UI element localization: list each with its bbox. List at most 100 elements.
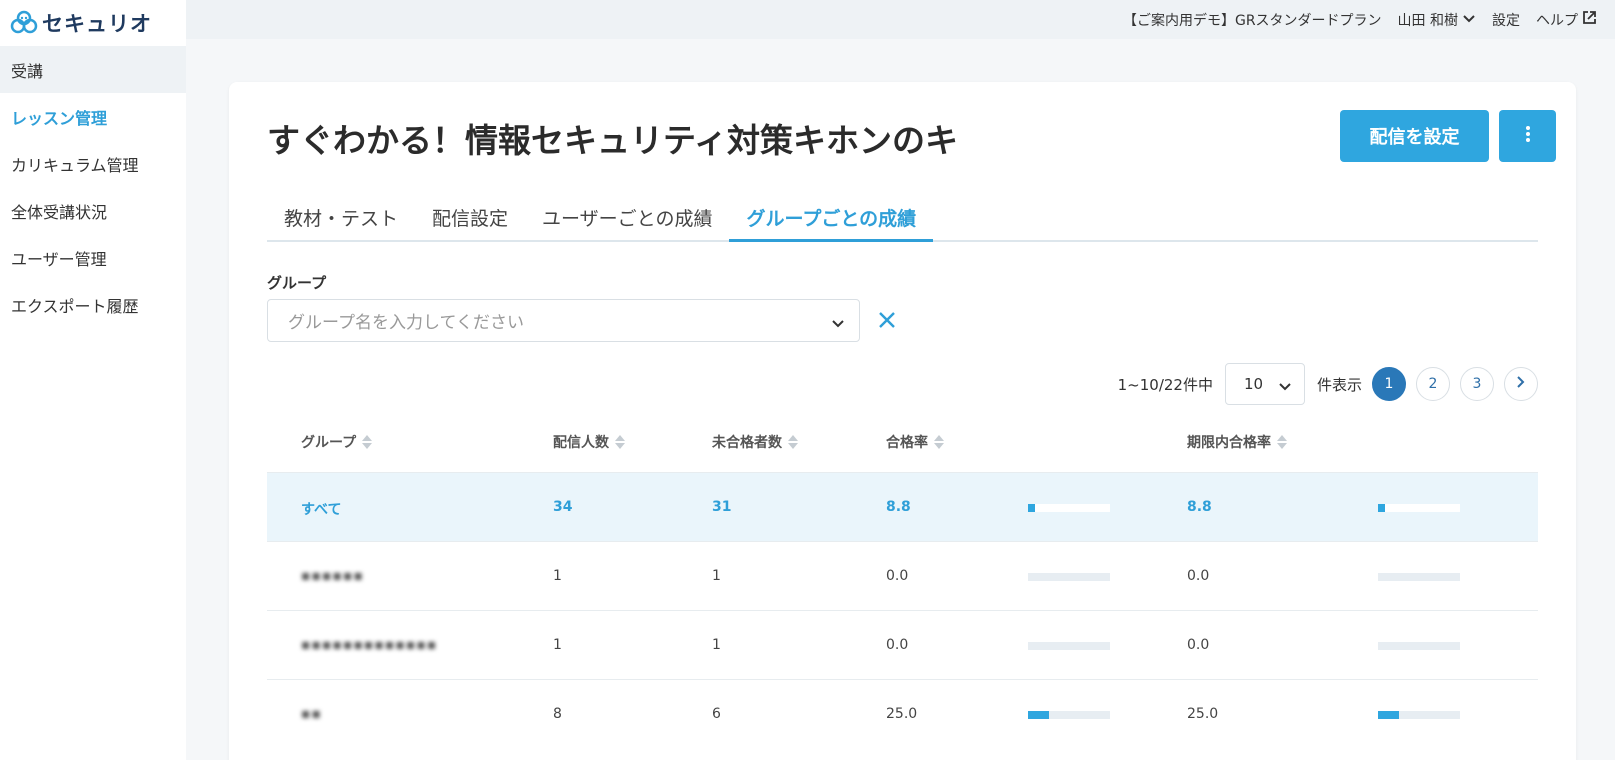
column-header-label: 未合格者数 [712,435,782,451]
in-time-pass-rate-bar-fill [1378,504,1386,512]
sort-icon [1277,435,1287,449]
column-header-in-time-pass-rate[interactable]: 期限内合格率 [1187,432,1287,452]
logo-text: セキュリオ [42,12,152,36]
pass-rate-bar [1028,504,1110,512]
sort-icon [362,435,373,449]
not-passed-cell: 1 [712,637,721,653]
table-row[interactable]: すべて 34 31 8.8 8.8 [267,472,1538,541]
in-time-pass-rate-cell: 8.8 [1187,499,1212,515]
column-header-label: 配信人数 [553,435,609,451]
configure-distribution-button[interactable]: 配信を設定 [1340,110,1489,162]
clear-filter-button[interactable] [875,308,899,332]
not-passed-cell: 6 [712,706,721,722]
tab-bar: 教材・テスト 配信設定 ユーザーごとの成績 グループごとの成績 [267,198,1538,242]
close-icon [875,312,899,336]
table-row[interactable]: ▪▪▪▪▪▪▪▪▪▪▪▪▪ 1 1 0.0 0.0 [267,610,1538,679]
group-select-placeholder: グループ名を入力してください [288,313,524,333]
in-time-pass-rate-bar [1378,711,1460,719]
table-row[interactable]: ▪▪ 8 6 25.0 25.0 [267,679,1538,748]
sidebar-item-label: 受講 [11,61,44,81]
more-vertical-icon [1525,125,1531,147]
chevron-down-icon [1278,378,1292,396]
in-time-pass-rate-cell: 0.0 [1187,637,1210,653]
pass-rate-bar-fill [1028,504,1036,512]
content-card: すぐわかる！情報セキュリティ対策キホンのキ 配信を設定 教材・テスト 配信設定 … [229,82,1576,760]
sidebar-item-curriculum-management[interactable]: カリキュラム管理 [0,140,186,187]
recipients-cell: 8 [553,706,562,722]
table-row[interactable]: ▪▪▪▪▪▪ 1 1 0.0 0.0 [267,541,1538,610]
sidebar-item-lesson-management[interactable]: レッスン管理 [0,93,186,140]
chevron-down-icon [1462,12,1476,28]
column-header-label: 合格率 [886,435,928,451]
column-header-pass-rate[interactable]: 合格率 [886,432,944,452]
table-header: グループ 配信人数 未合格者数 合格率 期限内合格率 [267,412,1538,472]
chevron-down-icon [831,314,845,334]
sidebar: セキュリオ 受講 レッスン管理 カリキュラム管理 全体受講状況 ユーザー管理 エ… [0,0,186,760]
page-button-2[interactable]: 2 [1416,367,1450,401]
next-page-button[interactable] [1504,367,1538,401]
help-link[interactable]: ヘルプ [1536,10,1597,30]
result-range: 1~10/22件中 [1117,375,1213,394]
recipients-cell: 1 [553,637,562,653]
in-time-pass-rate-bar [1378,504,1460,512]
sort-icon [934,435,944,449]
column-header-group[interactable]: グループ [301,432,373,452]
plan-label: 【ご案内用デモ】GRスタンダードプラン [1123,10,1382,30]
group-name-link[interactable]: すべて [301,499,341,519]
tab-user-results[interactable]: ユーザーごとの成績 [525,198,729,242]
page-button-1[interactable]: 1 [1372,367,1406,401]
settings-label: 設定 [1492,12,1520,29]
recipients-cell: 1 [553,568,562,584]
tab-materials-tests[interactable]: 教材・テスト [267,198,415,242]
plan-text: 【ご案内用デモ】GRスタンダードプラン [1122,12,1382,29]
sidebar-item-label: ユーザー管理 [11,249,107,269]
recipients-cell: 34 [553,499,573,515]
topbar: 【ご案内用デモ】GRスタンダードプラン 山田 和樹 設定 ヘルプ [186,0,1615,39]
column-header-recipients[interactable]: 配信人数 [553,432,625,452]
per-page-value: 10 [1243,375,1264,393]
page-title: すぐわかる！情報セキュリティ対策キホンのキ [267,121,959,160]
sidebar-item-export-history[interactable]: エクスポート履歴 [0,281,186,328]
user-menu[interactable]: 山田 和樹 [1398,10,1476,30]
settings-link[interactable]: 設定 [1492,10,1520,30]
sidebar-item-label: 全体受講状況 [11,202,108,222]
pass-rate-bar [1028,642,1110,650]
external-link-icon [1582,10,1597,29]
sidebar-item-learning[interactable]: 受講 [0,46,186,93]
pass-rate-cell: 0.0 [886,637,909,653]
sidebar-item-label: エクスポート履歴 [11,296,139,316]
sidebar-item-label: レッスン管理 [11,108,108,128]
in-time-pass-rate-bar [1378,642,1460,650]
sidebar-item-label: カリキュラム管理 [11,155,139,175]
logo-icon [10,10,38,36]
per-page-suffix: 件表示 [1316,375,1362,394]
sidebar-item-overall-status[interactable]: 全体受講状況 [0,187,186,234]
tab-distribution-settings[interactable]: 配信設定 [415,198,525,242]
pass-rate-bar-fill [1028,711,1049,719]
pagination: 1~10/22件中 10 件表示 1 2 3 [1118,363,1538,405]
group-name-link[interactable]: ▪▪▪▪▪▪ [301,568,364,584]
pass-rate-cell: 25.0 [886,706,918,722]
group-name-link[interactable]: ▪▪ [301,706,322,722]
group-filter-label: グループ [267,274,327,292]
tab-group-results[interactable]: グループごとの成績 [729,198,934,242]
group-results-table: グループ 配信人数 未合格者数 合格率 期限内合格率 すべて 34 31 8.8… [267,412,1538,748]
logo[interactable]: セキュリオ [0,0,186,46]
page-button-3[interactable]: 3 [1460,367,1494,401]
group-name-link[interactable]: ▪▪▪▪▪▪▪▪▪▪▪▪▪ [301,637,437,653]
pass-rate-cell: 8.8 [886,499,911,515]
user-name: 山田 和樹 [1397,12,1458,29]
group-select[interactable]: グループ名を入力してください [267,299,860,342]
more-options-button[interactable] [1499,110,1556,162]
in-time-pass-rate-cell: 0.0 [1187,568,1210,584]
column-header-not-passed[interactable]: 未合格者数 [712,432,798,452]
in-time-pass-rate-cell: 25.0 [1187,706,1219,722]
pass-rate-bar [1028,573,1110,581]
help-label: ヘルプ [1536,12,1578,29]
not-passed-cell: 31 [712,499,732,515]
column-header-label: 期限内合格率 [1187,435,1271,451]
pass-rate-cell: 0.0 [886,568,909,584]
chevron-right-icon [1516,375,1526,393]
per-page-select[interactable]: 10 [1224,363,1305,405]
sidebar-item-user-management[interactable]: ユーザー管理 [0,234,186,281]
